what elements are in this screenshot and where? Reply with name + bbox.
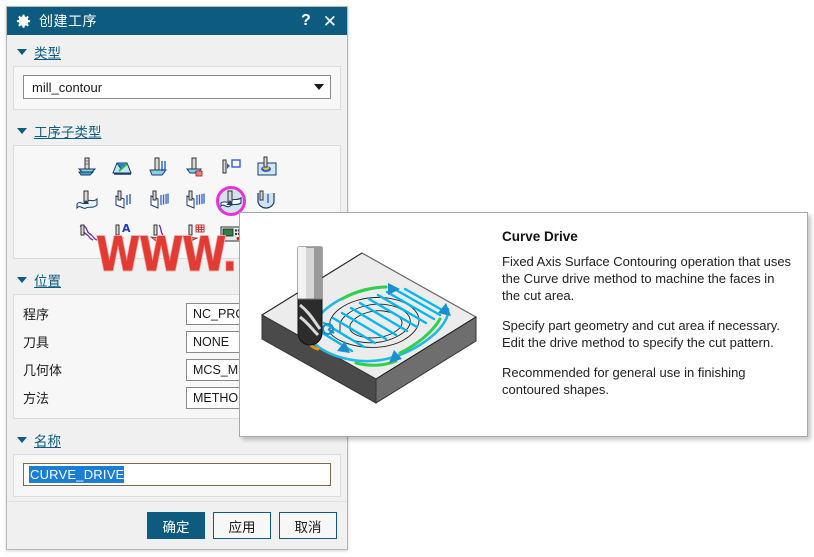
apply-button[interactable]: 应用 xyxy=(213,512,271,539)
dialog-footer: 确定 应用 取消 xyxy=(7,501,347,549)
subtype-row-1 xyxy=(20,152,334,184)
help-button[interactable]: ? xyxy=(295,13,317,29)
subtype-icon-fixed-contour-icon[interactable] xyxy=(71,185,103,217)
gear-icon xyxy=(16,14,31,28)
tooltip-paragraph-1: Fixed Axis Surface Contouring operation … xyxy=(502,254,792,303)
subtype-icon-streamline-icon[interactable] xyxy=(71,218,103,250)
subtype-icon-contour-area-nonsteep-icon[interactable] xyxy=(143,185,175,217)
section-title-type: 类型 xyxy=(34,46,61,61)
tooltip-paragraph-3: Recommended for general use in finishing… xyxy=(502,365,746,397)
subtype-icon-rest-mill-icon[interactable] xyxy=(179,152,211,184)
subtype-icon-contour-text-icon[interactable]: A xyxy=(107,218,139,250)
subtype-icon-profile-3d-icon[interactable] xyxy=(215,152,247,184)
tooltip-title: Curve Drive xyxy=(502,229,578,244)
type-combobox-value: mill_contour xyxy=(32,79,103,95)
subtype-icon-contour-area-icon[interactable] xyxy=(107,185,139,217)
collapse-triangle-icon xyxy=(17,437,27,443)
ok-button[interactable]: 确定 xyxy=(147,512,205,539)
curve-drive-tooltip: Curve Drive Fixed Axis Surface Contourin… xyxy=(239,212,808,437)
operation-name-value: CURVE_DRIVE xyxy=(29,466,125,483)
subtype-icon-contour-area-steep-icon[interactable] xyxy=(179,185,211,217)
section-title-name: 名称 xyxy=(34,434,61,449)
location-label-program: 程序 xyxy=(23,307,50,322)
type-combobox[interactable]: mill_contour xyxy=(23,75,331,99)
name-panel: CURVE_DRIVE xyxy=(13,454,341,497)
location-label-method: 方法 xyxy=(23,391,50,406)
location-label-geometry: 几何体 xyxy=(23,363,63,378)
subtype-icon-plunge-mill-icon[interactable] xyxy=(107,152,139,184)
svg-text:A: A xyxy=(122,222,131,235)
cancel-button[interactable]: 取消 xyxy=(279,512,337,539)
dialog-title: 创建工序 xyxy=(39,13,97,29)
section-title-location: 位置 xyxy=(34,274,61,289)
screen: 创建工序 ? ✕ 类型 mill_contour 工序子类型 A 位置 程序 N… xyxy=(0,0,814,557)
subtype-icon-cavity-mill-icon[interactable] xyxy=(71,152,103,184)
subtype-icon-corner-rough-icon[interactable] xyxy=(143,152,175,184)
subtype-icon-solid-profile-3d-icon[interactable] xyxy=(143,218,175,250)
dialog-titlebar: 创建工序 ? ✕ xyxy=(7,7,347,35)
section-header-subtype[interactable]: 工序子类型 xyxy=(7,114,347,145)
section-title-subtype: 工序子类型 xyxy=(34,125,102,140)
close-button[interactable]: ✕ xyxy=(317,13,341,30)
collapse-triangle-icon xyxy=(17,49,27,55)
chevron-down-icon xyxy=(314,84,324,90)
subtype-icon-profile-3d-curve-icon[interactable] xyxy=(179,218,211,250)
tooltip-paragraph-2: Specify part geometry and cut area if ne… xyxy=(502,318,780,350)
curve-drive-illustration xyxy=(240,213,498,436)
collapse-triangle-icon xyxy=(17,277,27,283)
section-header-type[interactable]: 类型 xyxy=(7,35,347,66)
location-label-tool: 刀具 xyxy=(23,335,50,350)
tooltip-text: Curve Drive Fixed Axis Surface Contourin… xyxy=(498,213,807,436)
operation-name-input[interactable]: CURVE_DRIVE xyxy=(23,463,331,486)
collapse-triangle-icon xyxy=(17,128,27,134)
subtype-icon-zlevel-profile-icon[interactable] xyxy=(251,152,283,184)
type-panel: mill_contour xyxy=(13,66,341,110)
